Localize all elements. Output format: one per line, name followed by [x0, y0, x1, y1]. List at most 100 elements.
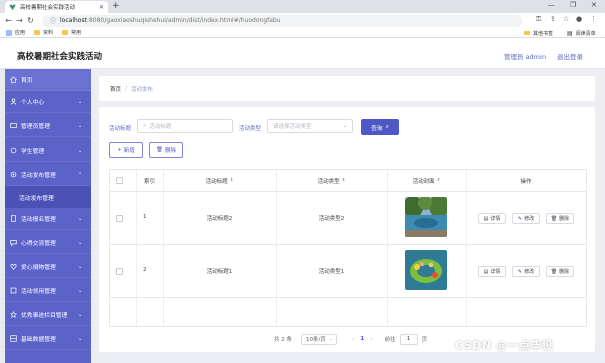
add-button[interactable]: + 新增: [109, 142, 143, 158]
maximize-icon[interactable]: ❐: [570, 1, 576, 9]
browser-tab[interactable]: 高校暑期社会实践活动 ✕: [5, 1, 108, 13]
row-checkbox[interactable]: [116, 268, 123, 275]
chevron-down-icon: ⌄: [78, 98, 83, 105]
next-page-icon[interactable]: ›: [370, 336, 372, 343]
table-row: 2 活动标题1 活动类型1 ▤ 详情 ✎ 修改 🗑 删除: [110, 245, 586, 298]
bookmark-folder[interactable]: 资料: [34, 29, 53, 36]
breadcrumb-home[interactable]: 首页: [110, 85, 121, 93]
delete-button[interactable]: 🗑 删除: [546, 266, 574, 277]
csdn-watermark: CSDN @一点毕设: [455, 339, 554, 352]
reload-icon[interactable]: ↻: [25, 16, 36, 25]
select-all-checkbox[interactable]: [116, 177, 123, 184]
list-panel: 活动标题 ⌕ 活动标题 活动类型 请选择活动类型 ⌄ 查询 ⌕ + 新增 🗑 删…: [99, 107, 595, 352]
back-icon[interactable]: ←: [3, 16, 14, 25]
bookmarks-bar: 应用 资料 常用 其他书签 ▤ 阅读清单: [0, 28, 605, 38]
other-bookmarks[interactable]: 其他书签: [524, 30, 553, 37]
row-type: 活动类型2: [318, 216, 345, 222]
sidebar-item-students[interactable]: 学生管理 ⌄: [5, 140, 91, 162]
data-icon: [10, 335, 17, 342]
activity-icon: [10, 171, 17, 178]
title-search-input[interactable]: ⌕ 活动标题: [137, 119, 233, 133]
detail-button[interactable]: ▤ 详情: [478, 266, 506, 277]
table-header: 索引 活动标题 ⬍ 活动类型 ⬍ 活动封面 ⬍ 操作: [110, 170, 586, 192]
cover-image[interactable]: [405, 197, 447, 237]
header-title[interactable]: 活动标题 ⬍: [163, 170, 276, 192]
star-icon[interactable]: ☆: [563, 15, 569, 23]
sort-icon[interactable]: ⬍: [230, 178, 234, 183]
url-host: localhost: [60, 17, 87, 24]
sidebar-item-home[interactable]: 首页: [5, 69, 91, 91]
reading-list[interactable]: ▤ 阅读清单: [567, 30, 596, 37]
claim-icon: [10, 287, 17, 294]
prev-page-icon[interactable]: ‹: [352, 336, 354, 343]
sort-icon[interactable]: ⬍: [437, 178, 441, 183]
sidebar-item-claim[interactable]: 活动领用管理 ⌄: [5, 280, 91, 302]
sidebar-item-profile[interactable]: 个人中心 ⌄: [5, 91, 91, 113]
breadcrumb-current: 活动发布: [130, 86, 153, 93]
search-icon: ⌕: [385, 123, 389, 130]
bookmark-apps[interactable]: 应用: [6, 29, 25, 36]
admin-user[interactable]: 管理员 admin: [504, 51, 546, 61]
chevron-down-icon: ⌄: [342, 123, 347, 129]
browser-tabbar: 高校暑期社会实践活动 ✕ + — ❐ ✕: [0, 0, 605, 13]
sidebar-item-donate[interactable]: 爱心捐物管理 ⌄: [5, 256, 91, 278]
pool-photo-icon: [405, 197, 447, 237]
sidebar-item-activity-publish[interactable]: 活动发布管理 ⌃: [5, 164, 91, 186]
sidebar-item-admins[interactable]: 管理员管理 ⌄: [5, 115, 91, 137]
chevron-down-icon: ⌄: [78, 263, 83, 270]
type-search-label: 活动类型: [239, 126, 262, 132]
address-bar: ← → ↻ ⓘ localhost :8080/gaoxiaoshuqisheh…: [0, 13, 605, 28]
search-button[interactable]: 查询 ⌕: [361, 119, 399, 135]
edit-icon: ✎: [517, 268, 523, 275]
chevron-down-icon: ⌄: [78, 239, 83, 246]
folder-icon: [524, 30, 530, 36]
sidebar-item-base-data[interactable]: 基础数据管理 ⌄: [5, 328, 91, 350]
title-search-label: 活动标题: [109, 126, 132, 132]
sidebar-item-honor[interactable]: 优秀事迹栏目管理 ⌄: [5, 304, 91, 326]
info-icon[interactable]: ⓘ: [50, 16, 56, 25]
sidebar-item-exchange[interactable]: 心得交流管理 ⌄: [5, 232, 91, 254]
sidebar-item-signup[interactable]: 活动报名管理 ⌄: [5, 208, 91, 230]
breadcrumb: 首页 / 活动发布: [99, 76, 595, 101]
header-index: 索引: [143, 179, 155, 185]
header-cover[interactable]: 活动封面 ⬍: [387, 170, 466, 192]
type-select[interactable]: 请选择活动类型 ⌄: [267, 119, 353, 133]
chevron-down-icon: ⌄: [78, 311, 83, 318]
more-icon[interactable]: ⋮: [590, 15, 597, 23]
detail-button[interactable]: ▤ 详情: [478, 213, 506, 224]
logout-link[interactable]: 退出登录: [557, 51, 583, 61]
key-icon[interactable]: ⚿: [536, 15, 541, 24]
bookmark-folder[interactable]: 常用: [62, 29, 81, 36]
delete-button[interactable]: 🗑 删除: [546, 213, 574, 224]
header-type[interactable]: 活动类型 ⬍: [276, 170, 387, 192]
forward-icon[interactable]: →: [14, 16, 25, 25]
page-size-select[interactable]: 10条/页 ⌄: [301, 333, 337, 345]
url-input[interactable]: ⓘ localhost :8080/gaoxiaoshuqishehui/adm…: [42, 14, 522, 27]
breadcrumb-separator: /: [125, 85, 127, 92]
goto-page-input[interactable]: 1: [399, 333, 418, 345]
edit-button[interactable]: ✎ 修改: [512, 213, 540, 224]
window-close-icon[interactable]: ✕: [591, 1, 597, 9]
plus-icon: +: [117, 147, 122, 153]
tab-close-icon[interactable]: ✕: [99, 4, 104, 11]
new-tab-icon[interactable]: +: [112, 1, 120, 11]
row-checkbox[interactable]: [116, 215, 123, 222]
tab-title: 高校暑期社会实践活动: [20, 5, 76, 11]
edit-button[interactable]: ✎ 修改: [512, 266, 540, 277]
batch-delete-button[interactable]: 🗑 删除: [149, 142, 183, 158]
reading-list-icon: ▤: [567, 29, 573, 37]
sort-icon[interactable]: ⬍: [342, 178, 346, 183]
minimize-icon[interactable]: —: [548, 1, 555, 9]
profile-icon[interactable]: ●: [576, 15, 582, 23]
float-photo-icon: [405, 250, 447, 290]
row-type: 活动类型1: [318, 269, 345, 275]
share-icon[interactable]: ⇪: [550, 15, 556, 23]
page-number[interactable]: 1: [360, 336, 364, 342]
row-index: 1: [143, 214, 147, 220]
exchange-icon: [10, 240, 17, 246]
cover-image[interactable]: [405, 250, 447, 290]
donate-icon: [10, 264, 17, 270]
submenu-item-activity-publish[interactable]: 活动发布管理: [5, 186, 91, 208]
app-header: 高校暑期社会实践活动 管理员 admin 退出登录: [0, 38, 605, 69]
goto-label: 前往: [384, 337, 396, 343]
